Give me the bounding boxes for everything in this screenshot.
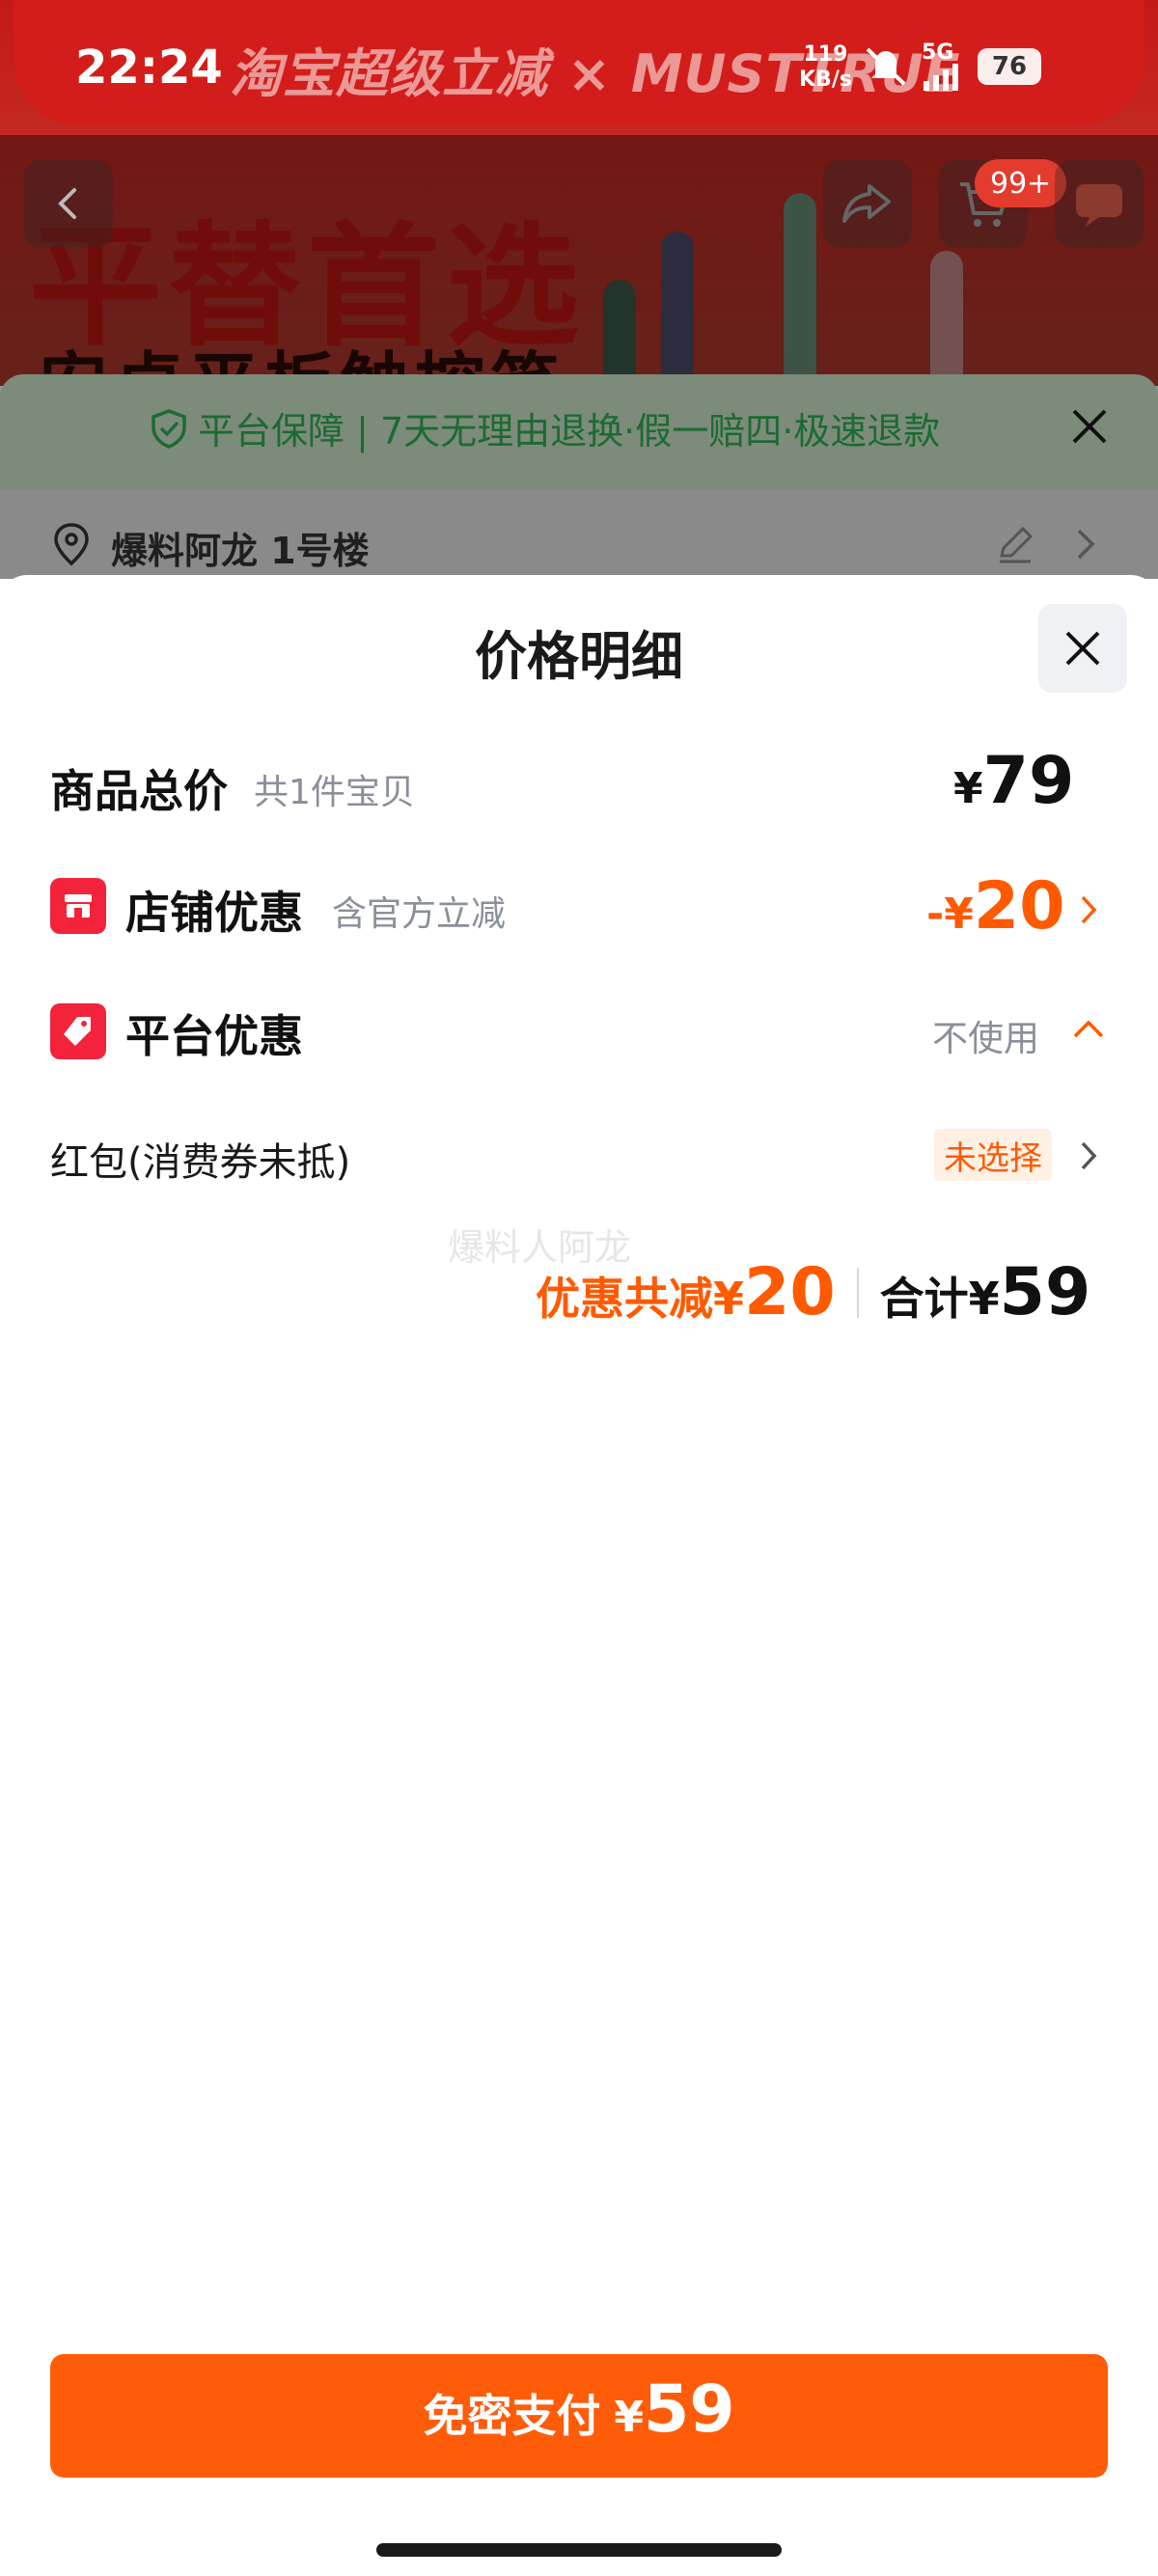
message-button[interactable]	[1055, 159, 1144, 248]
chevron-right-icon[interactable]	[1075, 1139, 1102, 1172]
battery-indicator: 76	[978, 48, 1041, 85]
red-packet-label: 红包(消费券未抵)	[50, 1140, 351, 1185]
red-packet-status[interactable]: 未选择	[934, 1129, 1052, 1181]
home-indicator[interactable]	[376, 2543, 782, 2557]
currency-symbol: ¥	[953, 764, 983, 813]
service-guarantee: 平台保障 | 7天无理由退换·假一赔四·极速退款	[150, 401, 940, 454]
close-button[interactable]	[1038, 604, 1127, 693]
shop-discount-amount[interactable]: -¥20	[926, 868, 1065, 945]
summary-divider	[856, 1267, 859, 1318]
shop-discount-label: 店铺优惠	[125, 887, 303, 939]
shop-discount-value: 20	[973, 868, 1065, 945]
network-speed-unit: KB/s	[799, 68, 852, 92]
close-icon[interactable]	[1066, 403, 1113, 450]
total-summary: 合计¥59	[880, 1254, 1091, 1330]
currency-symbol: ¥	[713, 1273, 745, 1325]
platform-discount-label: 平台优惠	[125, 1010, 303, 1062]
discount-summary-amount: 20	[744, 1254, 836, 1330]
minus-sign: -	[926, 890, 945, 939]
chevron-up-icon[interactable]	[1071, 1017, 1106, 1042]
price-summary: 优惠共减¥20 合计¥59	[536, 1254, 1090, 1330]
address-text: 爆料阿龙 1号楼	[111, 530, 370, 572]
platform-icon	[50, 1003, 106, 1059]
status-icons: 5G 76	[864, 42, 1041, 91]
network-type: 5G	[922, 41, 954, 65]
network-speed-value: 119	[803, 42, 848, 67]
close-icon	[1065, 631, 1100, 666]
total-amount: 59	[999, 1254, 1091, 1330]
goods-total-amount: 79	[982, 743, 1075, 819]
shop-icon	[50, 878, 106, 934]
back-button[interactable]	[24, 159, 113, 248]
service-guarantee-text: 平台保障 | 7天无理由退换·假一赔四·极速退款	[198, 410, 941, 452]
discount-summary: 优惠共减¥20	[536, 1254, 836, 1330]
mute-bell-icon	[866, 47, 906, 86]
total-label: 合计	[879, 1273, 969, 1325]
chevron-right-icon[interactable]	[1075, 893, 1102, 926]
share-button[interactable]	[823, 159, 912, 248]
goods-total-price: ¥79	[953, 743, 1074, 819]
share-icon	[842, 184, 891, 223]
currency-symbol: ¥	[614, 2393, 644, 2442]
pay-button[interactable]: 免密支付 ¥59	[50, 2354, 1108, 2478]
edit-icon[interactable]	[994, 523, 1036, 565]
status-time: 22:24	[75, 41, 223, 95]
background-product-page: 淘宝超级立减 × MUSTTRUE 平替首选 安卓平板触控笔 99+ 平台保障 …	[0, 0, 1158, 579]
chevron-left-icon	[58, 188, 76, 219]
currency-symbol: ¥	[968, 1273, 1000, 1325]
platform-discount-value[interactable]: 不使用	[932, 1009, 1039, 1061]
chevron-right-icon	[1077, 529, 1095, 560]
message-icon	[1076, 184, 1122, 227]
location-pin-icon	[54, 523, 89, 566]
cart-count-badge: 99+	[975, 159, 1067, 207]
discount-summary-label: 优惠共减	[536, 1273, 713, 1325]
sheet-title: 价格明细	[475, 626, 683, 687]
pay-button-amount: 59	[643, 2371, 735, 2448]
signal-strength: 5G	[922, 42, 964, 91]
currency-symbol: ¥	[944, 890, 974, 939]
pay-button-label: 免密支付	[423, 2390, 601, 2442]
signal-bars-icon	[924, 64, 958, 91]
status-bar: 22:24 119 KB/s 5G 76	[0, 0, 1158, 135]
shop-discount-sub[interactable]: 含官方立减	[332, 886, 506, 936]
shield-check-icon	[152, 408, 186, 449]
store-icon	[65, 894, 92, 918]
network-speed: 119 KB/s	[799, 42, 852, 93]
goods-total-label: 商品总价	[50, 765, 228, 817]
goods-count-text: 共1件宝贝	[254, 773, 415, 812]
coupon-tag-icon	[64, 1017, 91, 1046]
